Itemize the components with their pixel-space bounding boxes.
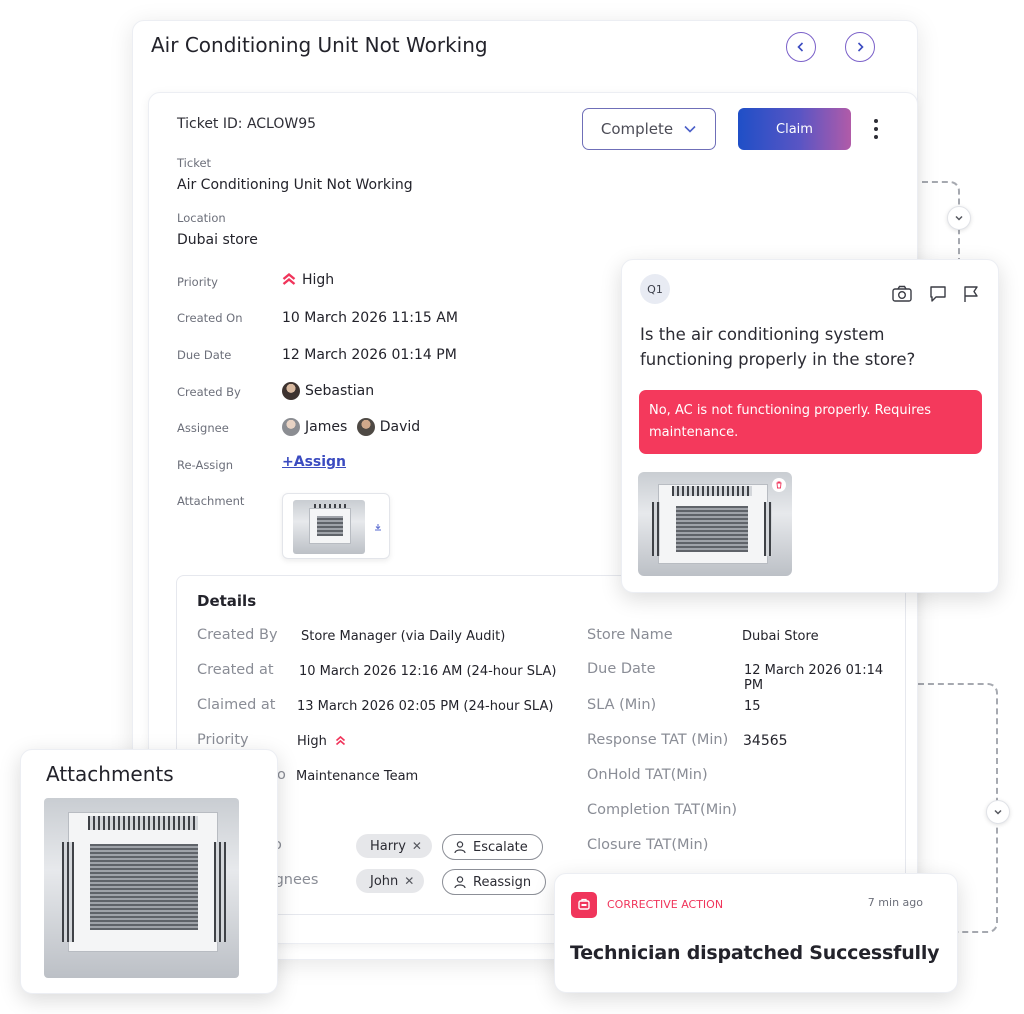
chip-john-label: John <box>370 873 399 889</box>
claim-button[interactable]: Claim <box>738 108 851 150</box>
detail-due-date-key: Due Date <box>587 661 656 677</box>
created-by-name: Sebastian <box>305 383 375 399</box>
question-badge: Q1 <box>640 274 670 304</box>
attachment-thumbnail[interactable] <box>282 493 390 559</box>
escalate-button[interactable]: Escalate <box>442 834 543 860</box>
assignee-value: James David <box>282 418 420 436</box>
ac-unit-image <box>293 500 365 554</box>
attachment-label: Attachment <box>177 494 245 508</box>
created-by-label: Created By <box>177 385 241 399</box>
page-title: Air Conditioning Unit Not Working <box>151 33 488 57</box>
attachment-photo[interactable] <box>44 798 239 978</box>
ticket-id: Ticket ID: ACLOW95 <box>177 116 317 132</box>
attachments-title: Attachments <box>46 762 174 786</box>
avatar <box>282 418 300 436</box>
ticket-label: Ticket <box>177 156 212 170</box>
chip-john[interactable]: John ✕ <box>356 869 425 893</box>
detail-sla-value: 15 <box>744 699 761 714</box>
detail-claimed-at-key: Claimed at <box>197 697 276 713</box>
created-on-label: Created On <box>177 311 243 325</box>
user-icon <box>454 876 466 889</box>
detail-closure-tat-key: Closure TAT(Min) <box>587 837 709 853</box>
assign-link[interactable]: +Assign <box>282 454 346 470</box>
assignee-name: David <box>379 419 421 435</box>
evidence-photo[interactable] <box>638 472 792 576</box>
detail-completion-tat-key: Completion TAT(Min) <box>587 802 738 818</box>
assignee-label: Assignee <box>177 421 229 435</box>
detail-created-at-key: Created at <box>197 662 274 678</box>
detail-claimed-at-value: 13 March 2026 02:05 PM (24-hour SLA) <box>297 699 554 714</box>
chip-harry[interactable]: Harry ✕ <box>356 834 432 858</box>
location-label: Location <box>177 211 226 225</box>
download-icon[interactable] <box>374 523 382 531</box>
corrective-action-label: CORRECTIVE ACTION <box>607 898 724 911</box>
trash-icon <box>776 481 782 489</box>
notification-message: Technician dispatched Successfully <box>570 942 940 964</box>
due-date-value: 12 March 2026 01:14 PM <box>282 347 457 363</box>
details-panel: Details Created By Store Manager (via Da… <box>176 575 906 915</box>
corrective-action-icon <box>571 892 597 918</box>
remove-icon[interactable]: ✕ <box>412 839 422 853</box>
more-options-icon[interactable] <box>869 119 883 139</box>
corrective-action-card[interactable]: CORRECTIVE ACTION 7 min ago Technician d… <box>554 873 958 993</box>
detail-assigned-to-value: Maintenance Team <box>296 769 419 784</box>
comment-icon[interactable] <box>928 284 948 304</box>
reassign-label: Reassign <box>473 874 532 890</box>
chevron-left-icon <box>797 42 804 52</box>
detail-created-at-value: 10 March 2026 12:16 AM (24-hour SLA) <box>299 664 557 679</box>
priority-text: High <box>302 272 335 288</box>
user-icon <box>454 841 466 854</box>
details-title: Details <box>197 592 257 610</box>
timestamp: 7 min ago <box>867 896 923 909</box>
created-by-value: Sebastian <box>282 382 374 400</box>
priority-high-icon <box>336 735 346 746</box>
reassign-label: Re-Assign <box>177 458 234 472</box>
created-on-value: 10 March 2026 11:15 AM <box>282 310 458 326</box>
next-button[interactable] <box>845 32 875 62</box>
delete-icon[interactable] <box>772 478 786 492</box>
prev-button[interactable] <box>786 32 816 62</box>
assignee-name: James <box>305 419 348 435</box>
reassign-button[interactable]: Reassign <box>442 869 547 895</box>
camera-icon[interactable] <box>891 284 913 304</box>
flag-icon[interactable] <box>962 284 980 304</box>
detail-created-by-key: Created By <box>197 627 278 643</box>
detail-onhold-tat-key: OnHold TAT(Min) <box>587 767 708 783</box>
answer-response: No, AC is not functioning properly. Requ… <box>639 390 982 454</box>
detail-due-date-value: 12 March 2026 01:14 PM <box>744 663 884 693</box>
question-text: Is the air conditioning system functioni… <box>640 325 916 369</box>
detail-priority-key: Priority <box>197 732 249 748</box>
detail-store-name-key: Store Name <box>587 627 673 643</box>
detail-assigned-to-key: o <box>277 767 286 783</box>
question-card: Q1 Is the air conditioning system functi… <box>621 259 999 593</box>
detail-priority-value: High <box>297 734 346 749</box>
expand-chevron-right[interactable] <box>986 800 1010 824</box>
chip-harry-label: Harry <box>370 838 406 854</box>
escalate-label: Escalate <box>473 839 528 855</box>
detail-priority-text: High <box>297 734 327 749</box>
due-date-label: Due Date <box>177 348 232 362</box>
priority-label: Priority <box>177 275 218 289</box>
avatar <box>282 382 300 400</box>
ticket-value: Air Conditioning Unit Not Working <box>177 177 413 193</box>
priority-high-icon <box>282 272 296 285</box>
chevron-down-icon <box>994 809 1002 815</box>
chevron-down-icon <box>684 125 696 133</box>
detail-store-name-value: Dubai Store <box>742 629 819 644</box>
avatar <box>356 418 375 436</box>
status-dropdown[interactable]: Complete <box>582 108 716 150</box>
expand-chevron-top[interactable] <box>947 206 971 230</box>
detail-sla-key: SLA (Min) <box>587 697 657 713</box>
status-dropdown-label: Complete <box>600 120 674 138</box>
detail-created-by-value: Store Manager (via Daily Audit) <box>301 629 506 644</box>
chevron-right-icon <box>857 42 864 52</box>
detail-response-tat-key: Response TAT (Min) <box>587 732 729 748</box>
chevron-down-icon <box>955 215 963 221</box>
priority-value: High <box>282 272 334 288</box>
detail-response-tat-value: 34565 <box>743 733 788 749</box>
location-value: Dubai store <box>177 232 258 248</box>
remove-icon[interactable]: ✕ <box>404 874 414 888</box>
attachments-card: Attachments <box>20 749 278 994</box>
